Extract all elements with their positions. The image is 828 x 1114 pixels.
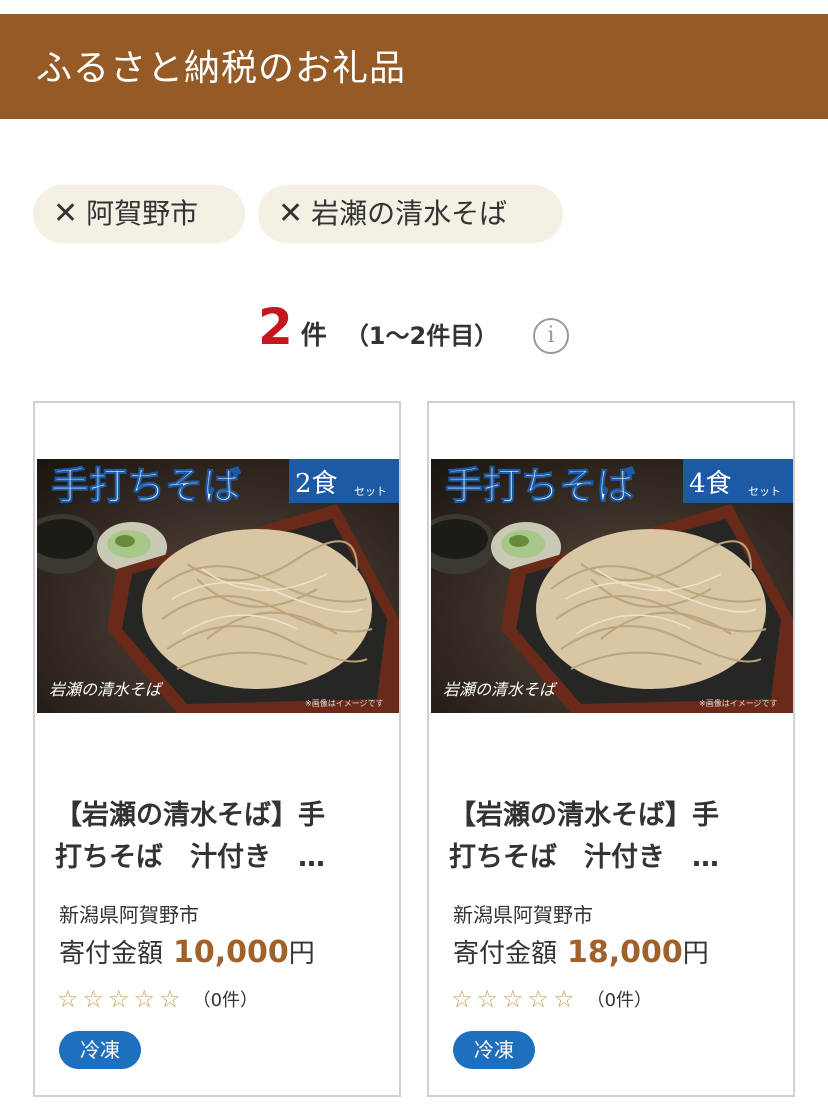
frozen-tag: 冷凍 [453,1031,535,1069]
star-icon: ☆ [159,985,181,1013]
star-icon: ☆ [57,985,79,1013]
close-icon[interactable]: ✕ [278,199,303,229]
banner-quantity: 2食 [295,469,338,499]
filter-chip-label: 岩瀬の清水そば [311,197,508,230]
star-icon: ☆ [553,985,575,1013]
star-icon: ☆ [476,985,499,1013]
rating: ☆ ☆ ☆ ☆ ☆ （0件） [57,985,258,1013]
product-card[interactable]: 4食 セット 手打ちそば 岩瀬の清水そば ※画像はイメージです 【岩瀬の清水そば… [427,401,795,1097]
product-image[interactable]: 2食 セット 手打ちそば 岩瀬の清水そば ※画像はイメージです [37,459,399,713]
star-icon: ☆ [108,985,130,1013]
product-title-line: 【岩瀬の清水そば】手 [449,800,719,831]
filter-chip-label: 阿賀野市 [86,197,199,230]
banner-set: セット [748,485,781,498]
brand-logo: 岩瀬の清水そば [443,680,558,699]
product-title-line: 打ちそば 汁付き … [449,842,719,873]
frozen-tag: 冷凍 [59,1031,141,1069]
price-unit: 円 [682,939,709,969]
price-label: 寄付金額 [59,939,164,969]
product-title-line: 【岩瀬の清水そば】手 [55,800,325,831]
review-count: （0件） [586,990,653,1011]
star-icon: ☆ [82,985,105,1013]
rating: ☆ ☆ ☆ ☆ ☆ （0件） [451,985,652,1013]
filter-chip-brand[interactable]: ✕ 岩瀬の清水そば [258,185,563,243]
filter-chip-city[interactable]: ✕ 阿賀野市 [33,185,245,243]
product-area: 新潟県阿賀野市 [453,903,593,927]
page-title: ふるさと納税のお礼品 [36,48,407,89]
result-count-unit: 件 [300,321,327,351]
image-note: ※画像はイメージです [699,698,778,708]
price-unit: 円 [288,939,315,969]
info-icon[interactable]: i [533,318,569,354]
product-title-line: 打ちそば 汁付き … [55,842,325,873]
product-price: 寄付金額 10,000 円 [59,933,315,970]
star-icon: ☆ [133,985,156,1013]
price-value: 18,000 [567,935,683,970]
star-icon: ☆ [502,985,524,1013]
product-price: 寄付金額 18,000 円 [453,933,709,970]
product-area: 新潟県阿賀野市 [59,903,199,927]
result-count-number: 2 [258,298,293,356]
price-label: 寄付金額 [453,939,558,969]
product-image[interactable]: 4食 セット 手打ちそば 岩瀬の清水そば ※画像はイメージです [431,459,793,713]
review-count: （0件） [192,990,259,1011]
product-card[interactable]: 2食 セット 手打ちそば 岩瀬の清水そば ※画像はイメージです 【岩瀬の清水そば… [33,401,401,1097]
price-value: 10,000 [173,935,289,970]
banner-quantity: 4食 [689,469,732,499]
result-range: （1〜2件目） [344,322,499,350]
result-count: 2 件 （1〜2件目） [258,300,498,360]
close-icon[interactable]: ✕ [53,199,78,229]
page-header: ふるさと納税のお礼品 [0,14,828,119]
star-icon: ☆ [527,985,550,1013]
star-icon: ☆ [451,985,473,1013]
image-note: ※画像はイメージです [305,698,384,708]
banner-title: 手打ちそば [51,463,241,508]
banner-set: セット [354,485,387,498]
product-title[interactable]: 【岩瀬の清水そば】手 打ちそば 汁付き … [55,795,385,879]
product-title[interactable]: 【岩瀬の清水そば】手 打ちそば 汁付き … [449,795,779,879]
brand-logo: 岩瀬の清水そば [49,680,164,699]
banner-title: 手打ちそば [445,463,635,508]
